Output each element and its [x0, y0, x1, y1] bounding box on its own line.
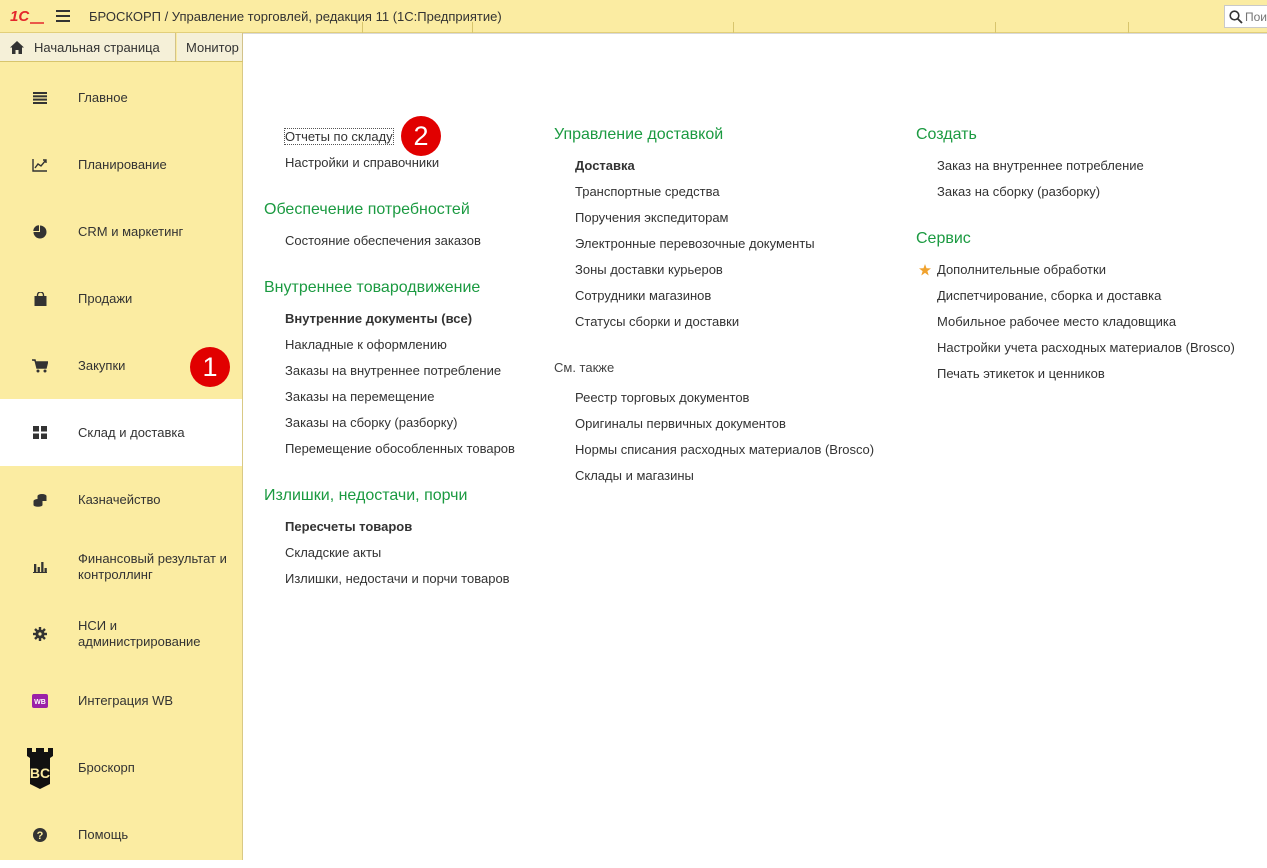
sidebar-item-label: Казначейство	[78, 491, 161, 507]
gear-icon	[31, 625, 49, 643]
tab-label: Монитор	[186, 39, 239, 55]
sidebar-item-nsi-admin[interactable]: НСИ и администрирование	[0, 600, 242, 667]
sidebar-item-warehouse[interactable]: Склад и доставка	[0, 399, 242, 466]
link-assembly-orders[interactable]: Заказы на сборку (разборку)	[285, 415, 457, 430]
grid-icon	[31, 424, 49, 442]
title-bar: 1С БРОСКОРП / Управление торговлей, реда…	[0, 0, 1267, 33]
link-invoices-to-process[interactable]: Накладные к оформлению	[285, 337, 447, 352]
link-settings-catalogs[interactable]: Настройки и справочники	[285, 155, 439, 170]
pie-chart-icon	[31, 223, 49, 241]
svg-text:WB: WB	[34, 699, 46, 706]
open-tabs-bar: Начальная страница Монитор	[0, 33, 243, 62]
link-warehouse-reports[interactable]: Отчеты по складу	[284, 128, 394, 145]
planning-icon	[31, 156, 49, 174]
1c-logo-icon[interactable]: 1С	[10, 8, 44, 24]
link-warehouses-stores[interactable]: Склады и магазины	[575, 468, 694, 483]
link-assembly-delivery-statuses[interactable]: Статусы сборки и доставки	[575, 314, 739, 329]
sidebar-item-help[interactable]: ? Помощь	[0, 801, 242, 868]
step-marker-2: 2	[401, 116, 441, 156]
group-title-service[interactable]: Сервис	[916, 230, 971, 248]
link-transfer-orders[interactable]: Заказы на перемещение	[285, 389, 434, 404]
search-input[interactable]	[1243, 9, 1267, 24]
svg-text:?: ?	[37, 830, 44, 842]
link-order-provision-state[interactable]: Состояние обеспечения заказов	[285, 233, 481, 248]
link-store-employees[interactable]: Сотрудники магазинов	[575, 288, 711, 303]
link-create-assembly-order[interactable]: Заказ на сборку (разборку)	[937, 184, 1100, 199]
sidebar-item-label: Планирование	[78, 156, 167, 172]
sidebar-item-label: НСИ и администрирование	[78, 617, 201, 649]
link-internal-consumption-orders[interactable]: Заказы на внутреннее потребление	[285, 363, 501, 378]
wb-icon: WB	[31, 692, 49, 710]
link-delivery[interactable]: Доставка	[575, 158, 635, 173]
sections-sidebar: Главное Планирование CRM и маркетинг Про…	[0, 62, 243, 860]
menu-list-icon	[31, 89, 49, 107]
tab-monitor[interactable]: Монитор	[177, 33, 243, 61]
svg-text:1С: 1С	[10, 8, 30, 24]
link-vehicles[interactable]: Транспортные средства	[575, 184, 720, 199]
link-electronic-transport-docs[interactable]: Электронные перевозочные документы	[575, 236, 815, 251]
link-internal-documents-all[interactable]: Внутренние документы (все)	[285, 311, 472, 326]
sidebar-item-planning[interactable]: Планирование	[0, 131, 242, 198]
link-create-internal-consumption-order[interactable]: Заказ на внутреннее потребление	[937, 158, 1144, 173]
link-warehouse-acts[interactable]: Складские акты	[285, 545, 381, 560]
bar-chart-icon	[31, 558, 49, 576]
see-also-label: См. также	[554, 360, 615, 375]
search-icon	[1229, 9, 1243, 24]
sidebar-item-label: CRM и маркетинг	[78, 223, 184, 239]
titlebar-divider	[362, 22, 363, 33]
cart-icon	[31, 357, 49, 375]
link-consumables-writeoff-norms[interactable]: Нормы списания расходных материалов (Bro…	[575, 442, 874, 457]
link-forwarder-assignments[interactable]: Поручения экспедиторам	[575, 210, 729, 225]
main-menu-hamburger-icon[interactable]	[56, 10, 70, 22]
link-courier-delivery-zones[interactable]: Зоны доставки курьеров	[575, 262, 723, 277]
search-box[interactable]	[1224, 5, 1267, 28]
group-title-needs-provision[interactable]: Обеспечение потребностей	[264, 201, 470, 219]
sidebar-item-label: Склад и доставка	[78, 424, 185, 440]
group-title-surplus-shortage[interactable]: Излишки, недостачи, порчи	[264, 487, 467, 505]
sidebar-item-label: Финансовый результат и контроллинг	[78, 550, 227, 582]
titlebar-divider	[472, 22, 473, 33]
sidebar-item-label: Интеграция WB	[78, 692, 174, 708]
titlebar-divider	[1128, 22, 1129, 33]
sidebar-item-broscorp[interactable]: BC Броскорп	[0, 734, 242, 801]
link-consumables-accounting-settings[interactable]: Настройки учета расходных материалов (Br…	[937, 340, 1235, 355]
group-title-internal-movement[interactable]: Внутреннее товародвижение	[264, 279, 480, 297]
link-mobile-storekeeper-workplace[interactable]: Мобильное рабочее место кладовщика	[937, 314, 1176, 329]
link-separate-goods-transfer[interactable]: Перемещение обособленных товаров	[285, 441, 515, 456]
sidebar-item-label: Главное	[78, 89, 128, 105]
app-title: БРОСКОРП / Управление торговлей, редакци…	[89, 9, 502, 24]
help-icon: ?	[31, 826, 49, 844]
link-additional-processing[interactable]: Дополнительные обработки	[937, 262, 1106, 277]
link-trade-documents-registry[interactable]: Реестр торговых документов	[575, 390, 749, 405]
titlebar-divider	[733, 22, 734, 33]
sidebar-item-treasury[interactable]: Казначейство	[0, 466, 242, 533]
tab-home-page[interactable]: Начальная страница	[0, 33, 176, 61]
svg-text:BC: BC	[30, 765, 50, 781]
home-icon	[10, 40, 24, 54]
titlebar-divider	[995, 22, 996, 33]
section-content-panel: Отчеты по складу Настройки и справочники…	[243, 33, 1267, 860]
tab-label: Начальная страница	[34, 39, 160, 55]
sidebar-item-label: Броскорп	[78, 759, 135, 775]
link-dispatching-assembly-delivery[interactable]: Диспетчирование, сборка и доставка	[937, 288, 1161, 303]
group-title-delivery-management[interactable]: Управление доставкой	[554, 126, 723, 144]
step-marker-1: 1	[190, 347, 230, 387]
sidebar-item-sales[interactable]: Продажи	[0, 265, 242, 332]
link-surplus-shortage-spoilage[interactable]: Излишки, недостачи и порчи товаров	[285, 571, 510, 586]
link-primary-document-originals[interactable]: Оригиналы первичных документов	[575, 416, 786, 431]
shopping-bag-icon	[31, 290, 49, 308]
sidebar-item-wb-integration[interactable]: WB Интеграция WB	[0, 667, 242, 734]
sidebar-item-label: Продажи	[78, 290, 133, 306]
coins-icon	[31, 491, 49, 509]
sidebar-item-main[interactable]: Главное	[0, 64, 242, 131]
sidebar-item-label: Помощь	[78, 826, 129, 842]
link-goods-recounts[interactable]: Пересчеты товаров	[285, 519, 412, 534]
group-title-create[interactable]: Создать	[916, 126, 977, 144]
sidebar-item-financial-result[interactable]: Финансовый результат и контроллинг	[0, 533, 242, 600]
brosco-logo-icon: BC	[24, 746, 56, 790]
favorite-star-icon[interactable]	[919, 264, 931, 276]
sidebar-item-crm[interactable]: CRM и маркетинг	[0, 198, 242, 265]
link-print-labels-price-tags[interactable]: Печать этикеток и ценников	[937, 366, 1105, 381]
